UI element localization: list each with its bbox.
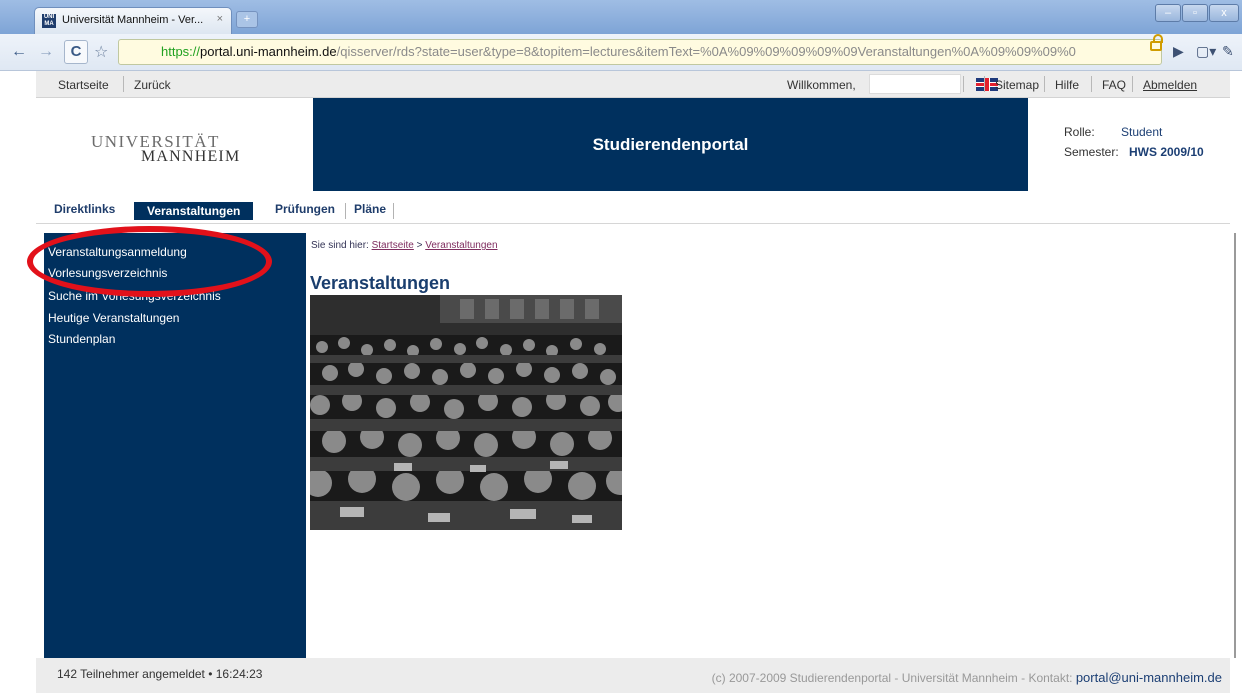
university-logo[interactable]: UNIVERSITÄT MANNHEIM [36, 98, 311, 191]
role-value: Student [1121, 125, 1163, 139]
browser-toolbar: ← → C ☆ https://portal.uni-mannheim.de/q… [0, 34, 1242, 71]
contact-email-link[interactable]: portal@uni-mannheim.de [1076, 670, 1222, 685]
breadcrumb: Sie sind hier: Startseite > Veranstaltun… [311, 240, 498, 251]
sidebar: Veranstaltungsanmeldung Vorlesungsverzei… [44, 233, 306, 658]
url-host: portal.uni-mannheim.de [200, 44, 337, 59]
page-title: Veranstaltungen [310, 273, 451, 293]
window-maximize-button[interactable]: ▫ [1182, 4, 1208, 22]
wrench-icon[interactable]: ✎ [1222, 43, 1234, 60]
breadcrumb-current-link[interactable]: Veranstaltungen [425, 240, 497, 251]
separator [345, 203, 346, 219]
sidebar-item-heutige-veranstaltungen[interactable]: Heutige Veranstaltungen [48, 311, 179, 325]
url-scheme: https:// [161, 44, 201, 59]
semester-value: HWS 2009/10 [1129, 145, 1204, 159]
bookmark-star-icon[interactable]: ☆ [94, 42, 108, 62]
browser-tab[interactable]: UNI MA Universität Mannheim - Ver... × [34, 7, 232, 34]
footer-copyright-text: (c) 2007-2009 Studierendenportal - Unive… [711, 671, 1073, 685]
abmelden-link[interactable]: Abmelden [1143, 78, 1197, 92]
separator [1132, 76, 1133, 92]
utility-bar: Startseite Zurück Willkommen, Sitemap Hi… [36, 71, 1230, 98]
welcome-text: Willkommen, [787, 78, 856, 92]
main-navigation: Direktlinks Veranstaltungen Prüfungen Pl… [36, 198, 1230, 224]
browser-titlebar: UNI MA Universität Mannheim - Ver... × +… [0, 0, 1242, 34]
tab-direktlinks[interactable]: Direktlinks [54, 202, 115, 220]
address-bar[interactable]: https://portal.uni-mannheim.de/qisserver… [118, 39, 1162, 65]
url-path: /qisserver/rds?state=user&type=8&topitem… [336, 44, 1076, 59]
page-menu-icon[interactable]: ▢▾ [1196, 43, 1216, 60]
role-label: Rolle: [1064, 125, 1095, 139]
breadcrumb-home-link[interactable]: Startseite [372, 240, 414, 251]
breadcrumb-prefix: Sie sind hier: [311, 240, 369, 251]
faq-link[interactable]: FAQ [1102, 78, 1126, 92]
tab-close-icon[interactable]: × [217, 13, 223, 25]
tab-veranstaltungen[interactable]: Veranstaltungen [134, 202, 254, 220]
audience-photo-image [310, 295, 622, 530]
logo-line-mannheim: MANNHEIM [141, 148, 241, 165]
tab-plaene[interactable]: Pläne [354, 202, 386, 220]
startseite-link[interactable]: Startseite [58, 78, 109, 92]
forward-arrow-icon[interactable]: → [38, 43, 54, 61]
reload-icon[interactable]: C [64, 40, 88, 64]
footer: 142 Teilnehmer angemeldet • 16:24:23 (c)… [36, 658, 1230, 693]
sidebar-item-suche[interactable]: Suche im Vorlesungsverzeichnis [48, 289, 221, 303]
hilfe-link[interactable]: Hilfe [1055, 78, 1079, 92]
sidebar-item-vorlesungsverzeichnis[interactable]: Vorlesungsverzeichnis [48, 266, 167, 280]
tab-title: Universität Mannheim - Ver... [62, 14, 204, 26]
username-field [869, 74, 961, 94]
footer-status: 142 Teilnehmer angemeldet • 16:24:23 [57, 667, 263, 681]
new-tab-button[interactable]: + [236, 11, 258, 28]
sidebar-item-stundenplan[interactable]: Stundenplan [48, 332, 115, 346]
university-favicon-icon: UNI MA [42, 14, 56, 28]
zurueck-link[interactable]: Zurück [134, 78, 171, 92]
separator [393, 203, 394, 219]
portal-banner: Studierendenportal [313, 98, 1028, 191]
role-info: Rolle: Student Semester: HWS 2009/10 [1030, 98, 1230, 191]
window-minimize-button[interactable]: – [1155, 4, 1181, 22]
tab-pruefungen[interactable]: Prüfungen [275, 202, 335, 220]
semester-label: Semester: [1064, 145, 1119, 159]
sitemap-link[interactable]: Sitemap [995, 78, 1039, 92]
lecture-hall-photo [310, 295, 622, 530]
portal-header: UNIVERSITÄT MANNHEIM Studierendenportal … [36, 98, 1230, 191]
separator [984, 76, 985, 92]
separator [1044, 76, 1045, 92]
footer-copyright: (c) 2007-2009 Studierendenportal - Unive… [712, 670, 1222, 685]
separator [123, 76, 124, 92]
ssl-lock-icon [1150, 34, 1163, 51]
sidebar-item-veranstaltungsanmeldung[interactable]: Veranstaltungsanmeldung [48, 245, 187, 259]
breadcrumb-separator: > [416, 240, 423, 251]
back-arrow-icon[interactable]: ← [11, 43, 27, 61]
main-content: Sie sind hier: Startseite > Veranstaltun… [306, 233, 1236, 658]
separator [963, 76, 964, 92]
separator [1091, 76, 1092, 92]
window-close-button[interactable]: x [1209, 4, 1239, 22]
play-icon[interactable]: ▶ [1173, 43, 1184, 60]
